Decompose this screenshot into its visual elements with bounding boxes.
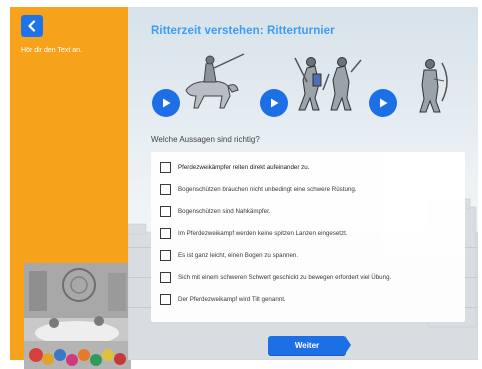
- options-card: Pferdezweikämpfer reiten direkt aufeinan…: [151, 152, 465, 322]
- play-audio-button-1[interactable]: [152, 89, 180, 117]
- checkbox[interactable]: [160, 271, 171, 283]
- play-icon: [163, 98, 171, 108]
- option-label: Bogenschützen sind Nahkämpfer.: [178, 207, 271, 215]
- castle-feast-illustration: [24, 263, 131, 369]
- option-label: Es ist ganz leicht, einen Bogen zu spann…: [178, 251, 299, 259]
- illustration-thumbnail[interactable]: [24, 263, 131, 369]
- option-label: Sich mit einem schweren Schwert geschick…: [178, 273, 392, 281]
- weiter-button[interactable]: Weiter: [268, 336, 351, 355]
- checkbox[interactable]: [160, 161, 171, 173]
- chevron-left-icon: [28, 20, 36, 32]
- option-7[interactable]: Der Pferdezweikampf wird Tilt genannt.: [160, 292, 286, 306]
- checkbox[interactable]: [160, 205, 171, 217]
- audio-hint-text: Hör dir den Text an.: [21, 47, 82, 54]
- option-2[interactable]: Bogenschützen brauchen nicht unbedingt e…: [160, 182, 357, 196]
- checkbox[interactable]: [160, 183, 171, 195]
- back-button[interactable]: [21, 15, 43, 37]
- play-icon: [271, 98, 279, 108]
- option-label: Bogenschützen brauchen nicht unbedingt e…: [178, 185, 357, 193]
- knights-fighting-illustration: [294, 57, 362, 111]
- option-5[interactable]: Es ist ganz leicht, einen Bogen zu spann…: [160, 248, 298, 262]
- option-label: Pferdezweikämpfer reiten direkt aufeinan…: [178, 163, 310, 171]
- question-text: Welche Aussagen sind richtig?: [151, 135, 260, 144]
- archer-illustration: [419, 59, 448, 113]
- play-audio-button-2[interactable]: [260, 89, 288, 117]
- play-icon: [380, 98, 388, 108]
- app-frame: Hör dir den Text an. Ritterzeit verstehe…: [0, 0, 482, 369]
- checkbox[interactable]: [160, 249, 171, 261]
- checkbox[interactable]: [160, 227, 171, 239]
- option-1[interactable]: Pferdezweikämpfer reiten direkt aufeinan…: [160, 160, 309, 174]
- option-6[interactable]: Sich mit einem schweren Schwert geschick…: [160, 270, 391, 284]
- option-3[interactable]: Bogenschützen sind Nahkämpfer.: [160, 204, 271, 218]
- option-4[interactable]: Im Pferdezweikampf werden keine spitzen …: [160, 226, 348, 240]
- option-label: Im Pferdezweikampf werden keine spitzen …: [178, 229, 348, 237]
- play-audio-button-3[interactable]: [369, 89, 397, 117]
- page-title: Ritterzeit verstehen: Ritterturnier: [151, 25, 335, 37]
- knight-on-horse-illustration: [185, 53, 245, 109]
- sidebar: Hör dir den Text an.: [10, 7, 131, 369]
- checkbox[interactable]: [160, 293, 171, 305]
- main-content: Ritterzeit verstehen: Ritterturnier Welc…: [128, 7, 478, 360]
- option-label: Der Pferdezweikampf wird Tilt genannt.: [178, 295, 286, 303]
